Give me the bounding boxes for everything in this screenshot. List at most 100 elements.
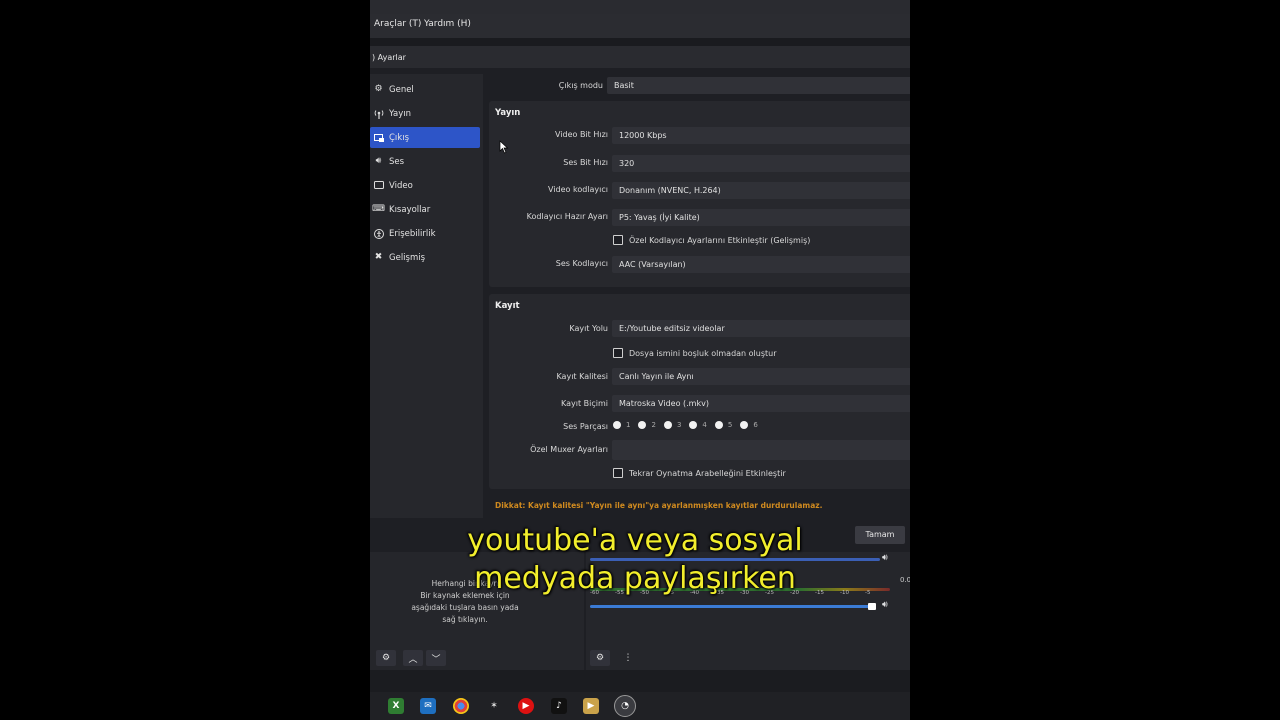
track-number: 1 — [626, 421, 631, 429]
track-radio-3[interactable]: 3 — [663, 421, 682, 429]
track-radio-6[interactable]: 6 — [740, 421, 758, 429]
antenna-icon — [373, 108, 384, 119]
audio-track-label: Ses Parçası — [563, 422, 608, 431]
move-up-button[interactable]: ︿ — [403, 650, 423, 666]
settings-title-bar: ) Ayarlar — [370, 46, 910, 68]
video-caption: youtube'a veya sosyal medyada paylaşırke… — [435, 522, 835, 598]
output-icon — [373, 132, 384, 143]
custom-encoder-checkbox[interactable]: Özel Kodlayıcı Ayarlarını Etkinleştir (G… — [613, 235, 810, 245]
speaker-icon[interactable]: 🔊︎ — [882, 600, 888, 610]
encoder-preset-label: Kodlayıcı Hazır Ayarı — [526, 212, 608, 221]
audio-bitrate-select[interactable]: 320 — [612, 155, 910, 172]
chevron-up-icon: ︿ — [408, 654, 418, 665]
track-radio-5[interactable]: 5 — [714, 421, 733, 429]
radio-dot[interactable] — [689, 421, 698, 429]
sidebar-item-hotkeys[interactable]: ⌨ Kısayollar — [370, 199, 480, 220]
recording-path-label: Kayıt Yolu — [569, 324, 608, 333]
chrome-icon[interactable] — [453, 698, 469, 714]
empty-line: sağ tıklayın. — [442, 615, 488, 624]
sidebar-item-audio[interactable]: 🔊︎ Ses — [370, 151, 480, 172]
accessibility-icon — [373, 228, 384, 239]
settings-sidebar: ⚙ Genel Yayın Çıkış 🔊︎ Ses Video ⌨ Kısay… — [370, 74, 483, 518]
mixer-settings-button[interactable]: ⚙ — [590, 650, 610, 666]
recording-format-label: Kayıt Biçimi — [561, 399, 608, 408]
obs-icon[interactable]: ◔ — [614, 695, 636, 717]
checkbox-box[interactable] — [613, 235, 623, 245]
radio-dot[interactable] — [740, 421, 749, 429]
more-vertical-icon: ⋮ — [623, 653, 633, 663]
replay-buffer-checkbox[interactable]: Tekrar Oynatma Arabelleğini Etkinleştir — [613, 468, 786, 478]
sidebar-item-stream[interactable]: Yayın — [370, 103, 480, 124]
video-encoder-label: Video kodlayıcı — [548, 185, 608, 194]
db-readout: 0.0 — [900, 576, 910, 584]
menu-tools[interactable]: Araçlar (T) — [374, 19, 421, 29]
sidebar-item-label: Çıkış — [389, 132, 410, 143]
stream-group-title: Yayın — [495, 108, 521, 118]
track-number: 3 — [676, 421, 682, 429]
separator — [370, 38, 910, 46]
no-space-filename-checkbox[interactable]: Dosya ismini boşluk olmadan oluştur — [613, 348, 777, 358]
menu-help[interactable]: Yardım (H) — [424, 19, 471, 29]
radio-dot[interactable] — [613, 421, 621, 429]
move-down-button[interactable]: ﹀ — [426, 650, 446, 666]
video-player-icon[interactable]: ▶ — [583, 698, 599, 714]
recording-quality-select[interactable]: Canlı Yayın ile Aynı — [612, 368, 910, 385]
muxer-settings-input[interactable] — [612, 440, 910, 460]
sidebar-item-label: Genel — [389, 84, 414, 95]
checkbox-box[interactable] — [613, 468, 623, 478]
video-bitrate-label: Video Bit Hızı — [554, 130, 608, 139]
sidebar-item-general[interactable]: ⚙ Genel — [370, 79, 480, 100]
checkbox-label: Tekrar Oynatma Arabelleğini Etkinleştir — [629, 468, 786, 478]
output-mode-select[interactable]: Basit — [607, 77, 910, 94]
speaker-icon[interactable]: 🔊︎ — [882, 553, 888, 563]
sidebar-item-accessibility[interactable]: Erişebilirlik — [370, 223, 480, 244]
radio-dot[interactable] — [638, 421, 647, 429]
mail-icon[interactable]: ✉ — [420, 698, 436, 714]
recording-quality-label: Kayıt Kalitesi — [556, 372, 608, 381]
radio-dot[interactable] — [663, 421, 672, 429]
source-properties-button[interactable]: ⚙ — [376, 650, 396, 666]
tiktok-icon[interactable]: ♪ — [551, 698, 567, 714]
checkbox-label: Dosya ismini boşluk olmadan oluştur — [629, 348, 777, 358]
monitor-icon — [373, 180, 384, 191]
speaker-icon: 🔊︎ — [375, 156, 382, 166]
windows-taskbar: X ✉ ✶ ▶ ♪ ▶ ◔ — [370, 692, 910, 720]
track-number: 6 — [753, 421, 758, 429]
volume-slider-handle[interactable] — [868, 603, 876, 610]
sidebar-item-label: Gelişmiş — [389, 252, 426, 263]
track-number: 2 — [651, 421, 656, 429]
sidebar-item-output[interactable]: Çıkış — [370, 127, 480, 148]
mixer-menu-button[interactable]: ⋮ — [618, 650, 638, 666]
status-bar — [370, 670, 910, 692]
sidebar-item-label: Erişebilirlik — [389, 228, 436, 239]
track-radio-1[interactable]: 1 — [613, 421, 630, 429]
audio-encoder-select[interactable]: AAC (Varsayılan) — [612, 256, 910, 273]
caption-line: medyada paylaşırken — [474, 561, 796, 596]
track-radio-4[interactable]: 4 — [689, 421, 707, 429]
encoder-preset-select[interactable]: P5: Yavaş (İyi Kalite) — [612, 209, 910, 226]
caption-line: youtube'a veya sosyal — [467, 523, 803, 558]
chevron-down-icon: ﹀ — [431, 654, 441, 665]
ok-button[interactable]: Tamam — [855, 526, 905, 544]
app-icon[interactable]: ✶ — [486, 698, 502, 714]
youtube-music-icon[interactable]: ▶ — [518, 698, 534, 714]
track-radio-2[interactable]: 2 — [638, 421, 656, 429]
video-encoder-select[interactable]: Donanım (NVENC, H.264) — [612, 182, 910, 199]
xbox-icon[interactable]: X — [388, 698, 404, 714]
radio-dot[interactable] — [714, 421, 723, 429]
recording-group-title: Kayıt — [495, 301, 520, 311]
sidebar-item-video[interactable]: Video — [370, 175, 480, 196]
volume-slider-track[interactable] — [590, 605, 874, 608]
track-number: 5 — [727, 421, 733, 429]
sidebar-item-advanced[interactable]: ✖ Gelişmiş — [370, 247, 480, 268]
audio-bitrate-label: Ses Bit Hızı — [563, 158, 608, 167]
tools-icon: ✖ — [374, 252, 383, 262]
window-top-strip — [370, 0, 910, 14]
checkbox-box[interactable] — [613, 348, 623, 358]
sidebar-item-label: Kısayollar — [389, 204, 431, 215]
recording-format-select[interactable]: Matroska Video (.mkv) — [612, 395, 910, 412]
obs-window: Araçlar (T) Yardım (H) ) Ayarlar ⚙ Genel… — [370, 0, 910, 720]
recording-path-input[interactable]: E:/Youtube editsiz videolar — [612, 320, 910, 337]
menu-bar: Araçlar (T) Yardım (H) — [370, 14, 910, 38]
video-bitrate-spinbox[interactable]: 12000 Kbps — [612, 127, 910, 144]
